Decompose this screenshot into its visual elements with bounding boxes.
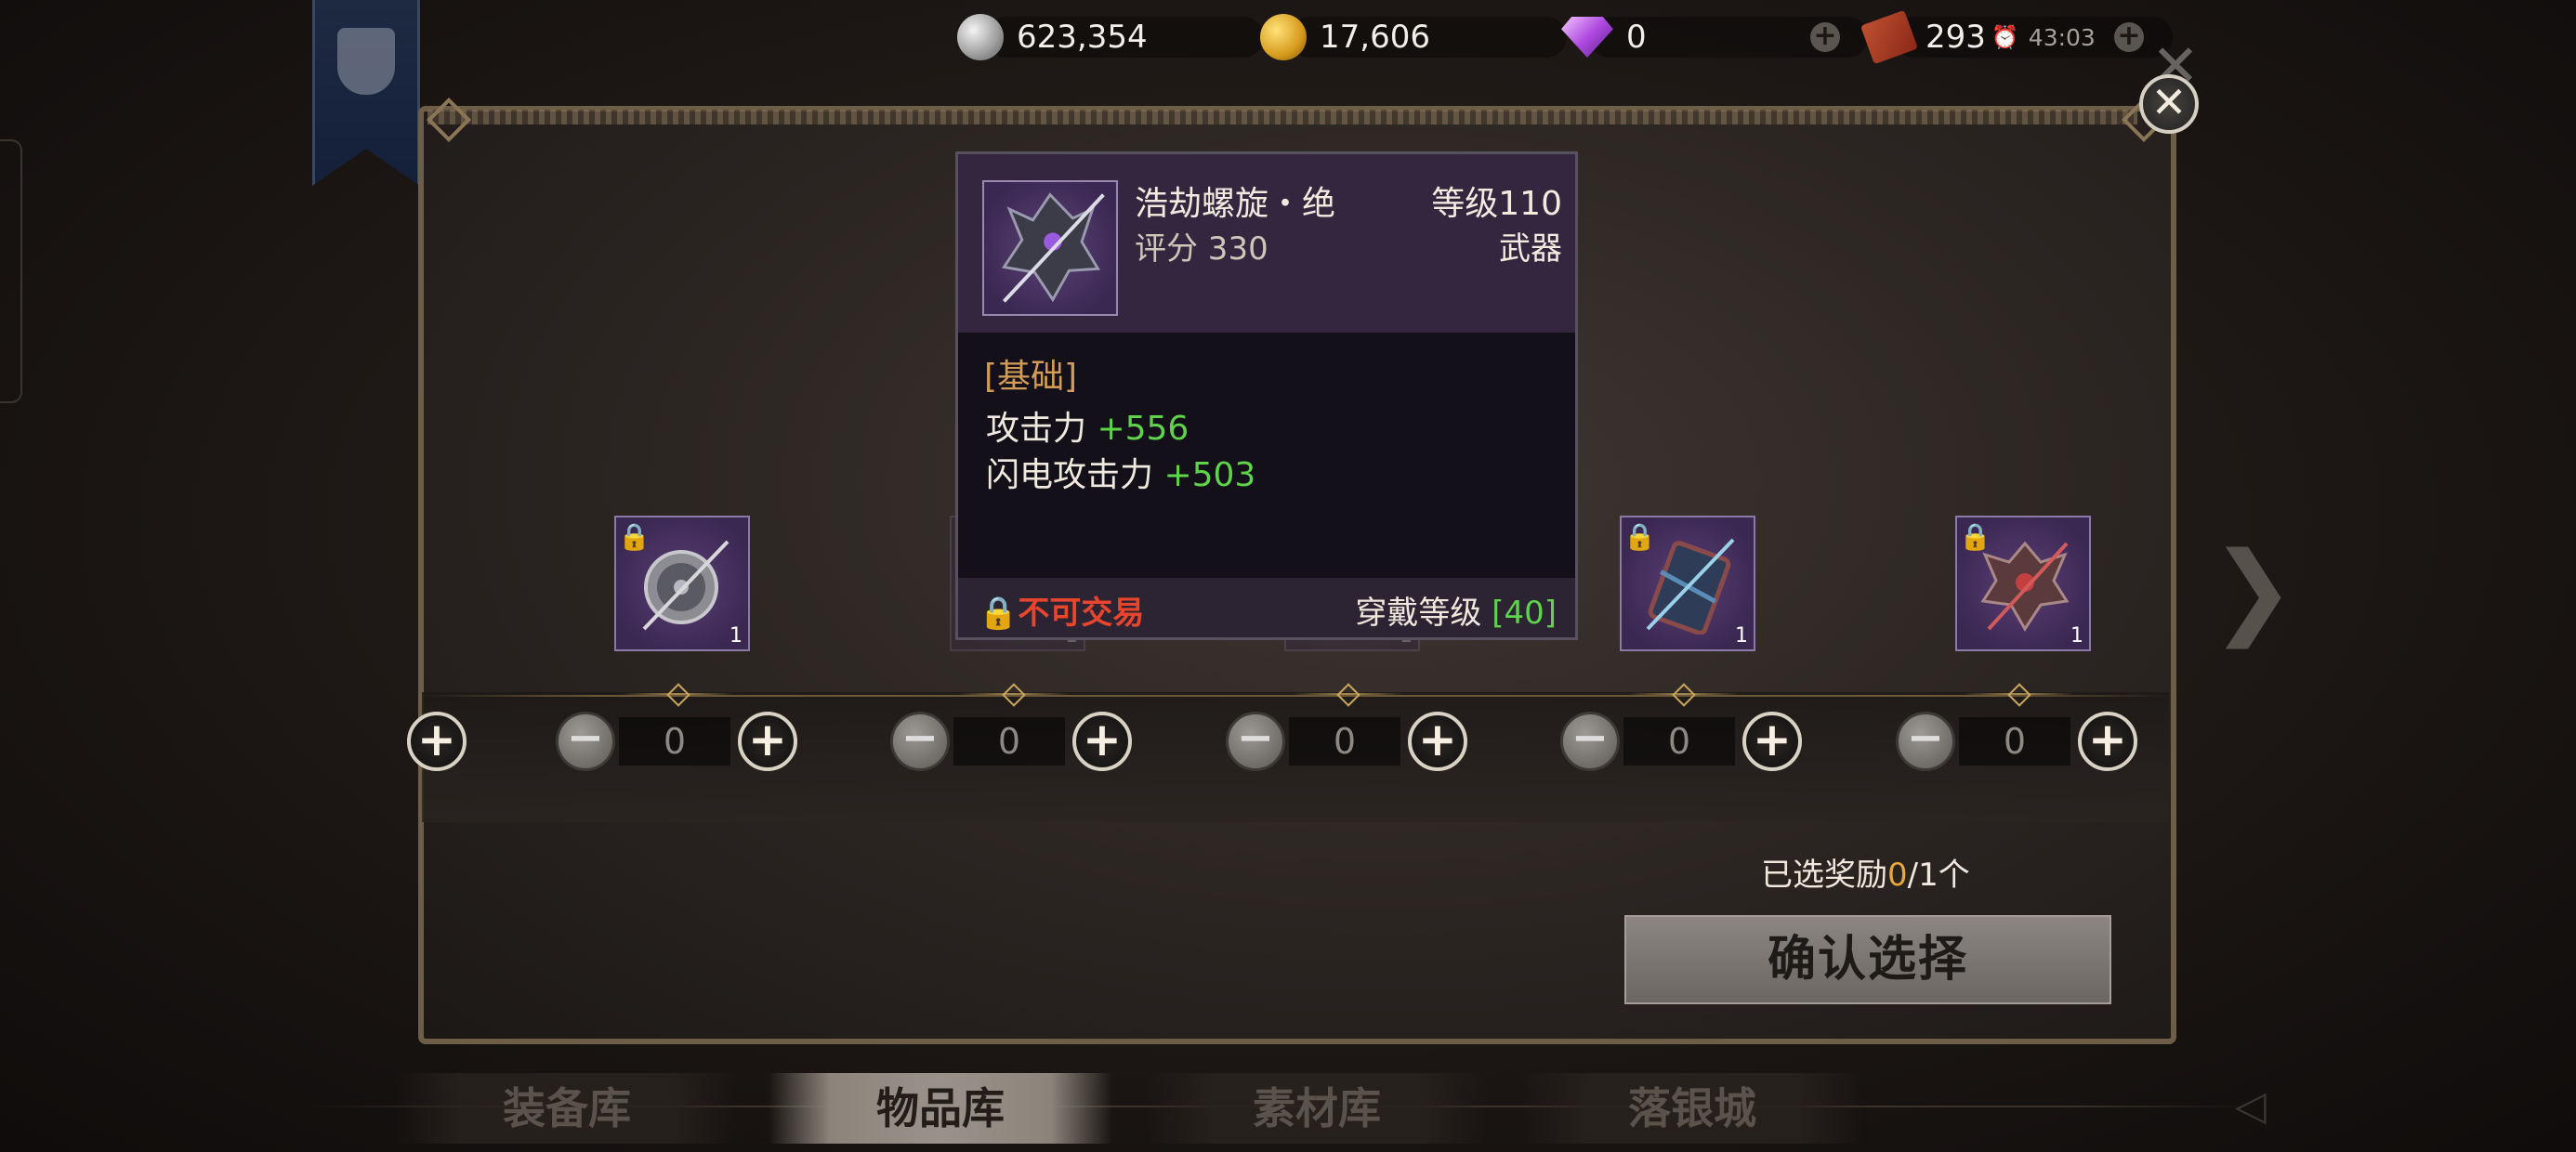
- stats-section-title: [基础]: [984, 358, 1078, 396]
- panel-top-border: [427, 110, 2137, 124]
- item-type: 武器: [1499, 230, 1562, 268]
- selection-max: /1个: [1907, 857, 1970, 894]
- gold-resource: 17,606: [1260, 11, 1567, 63]
- stat-attack: 攻击力 +556: [986, 401, 1189, 450]
- gold-coin-icon: [1260, 14, 1307, 60]
- trade-text: 不可交易: [1018, 595, 1145, 632]
- stepper-value: 0: [1623, 717, 1735, 766]
- stat-label: 攻击力: [986, 410, 1097, 448]
- tab-materials[interactable]: 素材库: [1145, 1073, 1489, 1144]
- confirm-selection-button[interactable]: 确认选择: [1624, 915, 2111, 1004]
- tab-scroll-arrow-icon[interactable]: ◁: [2235, 1082, 2267, 1130]
- add-ticket-button[interactable]: +: [2114, 22, 2144, 52]
- ornament-divider: [1963, 686, 2074, 702]
- increase-button[interactable]: +: [1072, 712, 1132, 771]
- stat-value: +503: [1163, 456, 1256, 494]
- increase-button[interactable]: +: [2078, 712, 2137, 771]
- lock-icon: 🔒: [1959, 521, 1991, 552]
- selection-count: 已选奖励0/1个: [1761, 849, 1970, 895]
- decrease-button[interactable]: −: [1896, 712, 1955, 771]
- ornament-divider: [957, 686, 1069, 702]
- tab-items[interactable]: 物品库: [769, 1073, 1112, 1144]
- item-quantity: 1: [2070, 624, 2083, 648]
- ticket-timer: 43:03: [2028, 23, 2096, 51]
- reward-item-slot[interactable]: 🔒 1: [1620, 516, 1755, 651]
- tab-silver-city[interactable]: 落银城: [1520, 1073, 1864, 1144]
- stat-value: +556: [1097, 410, 1189, 448]
- stepper-value: 0: [1289, 717, 1400, 766]
- wear-label: 穿戴等级: [1355, 595, 1492, 632]
- stepper-value: 0: [619, 717, 730, 766]
- stepper-value: 0: [953, 717, 1065, 766]
- next-page-arrow-icon[interactable]: ❯: [2210, 530, 2295, 648]
- ornament-divider: [1292, 686, 1403, 702]
- item-name: 浩劫螺旋・绝: [1135, 185, 1336, 223]
- item-quantity: 1: [1735, 624, 1748, 648]
- silver-value: 623,354: [1017, 19, 1148, 56]
- stat-lightning-attack: 闪电攻击力 +503: [986, 448, 1255, 496]
- selection-current: 0: [1887, 857, 1908, 894]
- decrease-button[interactable]: −: [890, 712, 950, 771]
- decrease-button[interactable]: −: [1560, 712, 1620, 771]
- lock-icon: 🔒: [618, 521, 651, 552]
- increase-button[interactable]: +: [1408, 712, 1467, 771]
- gold-value: 17,606: [1320, 19, 1430, 56]
- left-edge-handle: [0, 139, 22, 403]
- close-button[interactable]: ✕: [2139, 74, 2199, 134]
- reward-item-slot[interactable]: 🔒 1: [614, 516, 750, 651]
- spiral-weapon-icon: [1001, 192, 1105, 303]
- guild-emblem-icon: [337, 28, 395, 95]
- item-tooltip: 浩劫螺旋・绝 评分 330 等级110 武器 [基础] 攻击力 +556 闪电攻…: [955, 151, 1578, 640]
- ticket-value: 293: [1925, 19, 1986, 56]
- wear-value: [40]: [1492, 595, 1557, 632]
- ornament-divider: [622, 686, 733, 702]
- selection-label: 已选奖励: [1761, 857, 1887, 894]
- reward-item-slot[interactable]: 🔒 1: [1955, 516, 2091, 651]
- silver-resource: 623,354: [957, 11, 1264, 63]
- alarm-clock-icon: ⏰: [1991, 24, 2019, 50]
- item-level: 等级110: [1431, 185, 1562, 223]
- tooltip-footer: 🔒不可交易 穿戴等级 [40]: [958, 578, 1575, 637]
- diamond-resource: 0: [1561, 11, 1868, 63]
- lock-icon: 🔒: [1623, 521, 1656, 552]
- tab-equipment[interactable]: 装备库: [395, 1073, 739, 1144]
- lock-icon: 🔒: [979, 595, 1019, 632]
- ticket-resource: 293 ⏰ 43:03: [1860, 9, 2173, 65]
- silver-coin-icon: [957, 14, 1004, 60]
- guild-banner[interactable]: [312, 0, 420, 186]
- partial-plus-button[interactable]: +: [407, 712, 467, 771]
- wear-level: 穿戴等级 [40]: [1355, 587, 1557, 633]
- add-diamond-button[interactable]: +: [1810, 22, 1840, 52]
- ornament-divider: [1627, 686, 1739, 702]
- increase-button[interactable]: +: [1742, 712, 1802, 771]
- trade-status: 🔒不可交易: [979, 587, 1144, 633]
- stepper-value: 0: [1959, 717, 2070, 766]
- stat-label: 闪电攻击力: [986, 456, 1164, 494]
- item-score: 评分 330: [1135, 230, 1268, 268]
- diamond-value: 0: [1626, 19, 1647, 56]
- tooltip-item-icon: [982, 180, 1118, 316]
- decrease-button[interactable]: −: [1226, 712, 1285, 771]
- item-quantity: 1: [729, 624, 743, 648]
- increase-button[interactable]: +: [738, 712, 797, 771]
- decrease-button[interactable]: −: [556, 712, 615, 771]
